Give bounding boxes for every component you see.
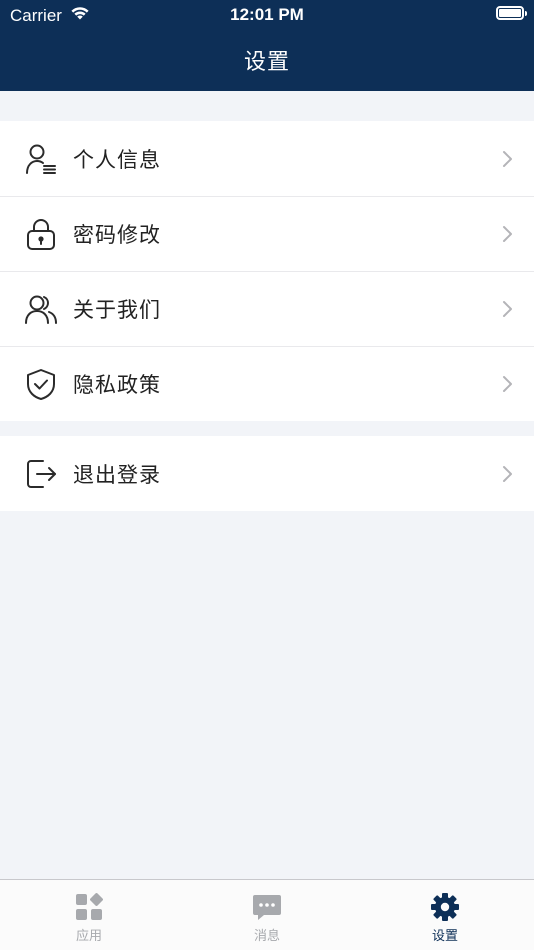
apps-grid-icon: [74, 892, 104, 922]
gear-icon: [430, 892, 460, 922]
chevron-right-icon: [500, 374, 514, 394]
menu-item-label: 关于我们: [73, 297, 161, 322]
menu-item-about-us[interactable]: 关于我们: [0, 271, 534, 346]
chevron-right-icon: [500, 464, 514, 484]
menu-item-logout[interactable]: 退出登录: [0, 436, 534, 511]
message-bubble-icon: [252, 892, 282, 922]
status-bar: Carrier 12:01 PM: [0, 0, 534, 30]
status-time: 12:01 PM: [230, 5, 304, 24]
menu-item-change-password[interactable]: 密码修改: [0, 196, 534, 271]
settings-menu-group: 个人信息 密码修改 关于我们 隐私政策: [0, 121, 534, 421]
menu-item-label: 密码修改: [73, 222, 161, 247]
tab-label: 设置: [431, 929, 458, 944]
users-icon: [24, 292, 58, 326]
personal-info-icon: [24, 142, 58, 176]
tab-label: 消息: [253, 929, 280, 944]
battery-icon: [496, 6, 527, 20]
menu-item-privacy-policy[interactable]: 隐私政策: [0, 346, 534, 421]
chevron-right-icon: [500, 224, 514, 244]
logout-menu-group: 退出登录: [0, 436, 534, 511]
shield-check-icon: [24, 367, 58, 401]
chevron-right-icon: [500, 149, 514, 169]
page-title: 设置: [243, 50, 290, 75]
chevron-right-icon: [500, 299, 514, 319]
app-header: Carrier 12:01 PM 设置: [0, 0, 534, 91]
menu-item-label: 隐私政策: [73, 372, 161, 397]
tab-bar: 应用 消息 设置: [0, 879, 534, 950]
menu-item-personal-info[interactable]: 个人信息: [0, 121, 534, 196]
tab-apps[interactable]: 应用: [0, 880, 178, 950]
lock-icon: [24, 217, 58, 251]
menu-item-label: 退出登录: [73, 462, 161, 487]
tab-messages[interactable]: 消息: [178, 880, 356, 950]
battery-level: [499, 9, 521, 17]
menu-item-label: 个人信息: [73, 147, 161, 172]
tab-settings[interactable]: 设置: [356, 880, 534, 950]
tab-label: 应用: [75, 929, 102, 944]
logout-icon: [24, 457, 58, 491]
